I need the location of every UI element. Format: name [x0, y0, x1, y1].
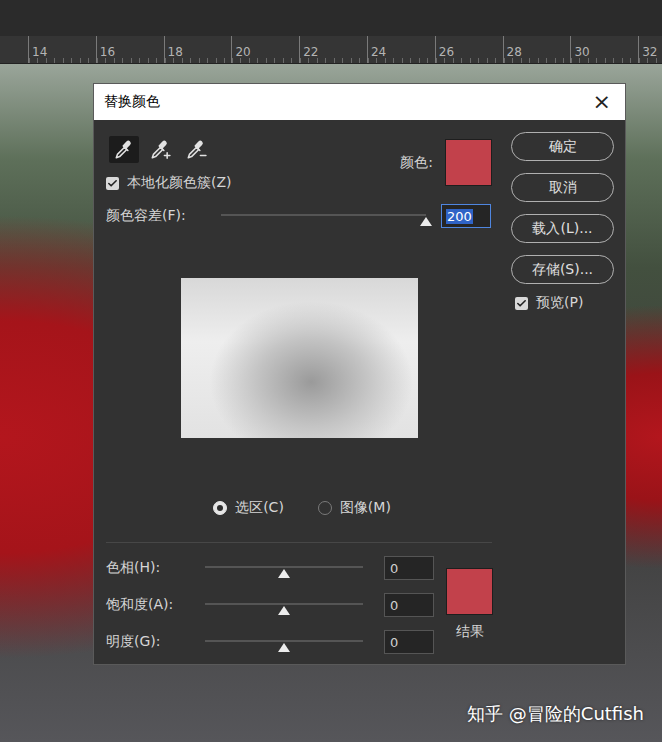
adjustment-slider[interactable]: [205, 631, 363, 653]
eyedropper-tools: [106, 136, 232, 163]
watermark: 知乎 @冒险的Cutfish: [467, 702, 644, 726]
adjustment-input[interactable]: 0: [384, 556, 434, 580]
dialog-button[interactable]: 存储(S)...: [511, 255, 614, 284]
view-radio[interactable]: 选区(C): [213, 498, 284, 518]
selection-top: 本地化颜色簇(Z) 颜色:: [106, 136, 492, 204]
eyedropper-sample-icon: [113, 139, 135, 161]
close-button[interactable]: ×: [589, 91, 615, 113]
ruler-tick: 16: [96, 36, 164, 63]
view-radio[interactable]: 图像(M): [318, 498, 391, 518]
photoshop-workspace: 14161820222426283032 替换颜色 × 本地化颜色簇(Z) 颜色: 颜色容…: [0, 0, 662, 742]
dialog-button[interactable]: 确定: [511, 132, 614, 161]
divider: [106, 542, 492, 543]
slider-track: [221, 214, 426, 216]
radio-label: 图像(M): [340, 499, 391, 517]
adjustment-label: 色相(H):: [106, 559, 205, 577]
color-swatch[interactable]: [445, 139, 492, 186]
adjustment-row: 明度(G): 0: [106, 628, 434, 656]
eyedropper-button[interactable]: [109, 136, 139, 163]
slider-track: [205, 640, 363, 642]
tools-block: 本地化颜色簇(Z): [106, 136, 232, 204]
slider-track: [205, 603, 363, 605]
slider-thumb[interactable]: [278, 606, 290, 615]
slider-track: [205, 566, 363, 568]
input-value: 0: [389, 561, 399, 576]
dialog-button[interactable]: 载入(L)...: [511, 214, 614, 243]
input-value: 200: [446, 209, 473, 224]
checkbox[interactable]: [515, 297, 528, 310]
slider-thumb[interactable]: [420, 217, 432, 226]
adjustment-input[interactable]: 0: [384, 630, 434, 654]
dialog-title: 替换颜色: [104, 93, 160, 111]
eyedropper-button[interactable]: [181, 136, 211, 163]
ruler-tick: 22: [299, 36, 367, 63]
radio-button[interactable]: [213, 501, 227, 515]
options-bar: [0, 0, 662, 36]
ruler-tick: 26: [435, 36, 503, 63]
checkbox-label: 本地化颜色簇(Z): [127, 174, 232, 192]
radio-label: 选区(C): [235, 499, 284, 517]
dialog-button[interactable]: 取消: [511, 173, 614, 202]
adjustment-label: 明度(G):: [106, 633, 205, 651]
input-value: 0: [389, 598, 399, 613]
adjustment-label: 饱和度(A):: [106, 596, 205, 614]
input-value: 0: [389, 635, 399, 650]
title-bar: 替换颜色 ×: [94, 84, 625, 120]
fuzziness-slider[interactable]: [221, 205, 426, 227]
replace-color-dialog: 替换颜色 × 本地化颜色簇(Z) 颜色: 颜色容差(F): 200 选区(C) 图像(M) 色相…: [93, 83, 626, 665]
adjustment-row: 色相(H): 0: [106, 554, 434, 582]
eyedropper-add-icon: [149, 139, 171, 161]
ruler-tick: 18: [164, 36, 232, 63]
check-icon: [107, 178, 118, 189]
ruler-tick: 20: [231, 36, 299, 63]
adjustment-slider[interactable]: [205, 557, 363, 579]
slider-thumb[interactable]: [278, 569, 290, 578]
color-label: 颜色:: [400, 154, 433, 172]
ruler-tick: 24: [367, 36, 435, 63]
eyedropper-button[interactable]: [145, 136, 175, 163]
view-options: 选区(C) 图像(M): [106, 498, 492, 518]
eyedropper-subtract-icon: [185, 139, 207, 161]
adjustment-row: 饱和度(A): 0: [106, 591, 434, 619]
adjustment-input[interactable]: 0: [384, 593, 434, 617]
slider-thumb[interactable]: [278, 643, 290, 652]
canvas-photo: 替换颜色 × 本地化颜色簇(Z) 颜色: 颜色容差(F): 200 选区(C) 图像(M) 色相…: [0, 64, 662, 742]
fuzziness-label: 颜色容差(F):: [106, 207, 221, 225]
color-block: 颜色:: [400, 136, 492, 186]
adjustment-slider[interactable]: [205, 594, 363, 616]
fuzziness-input[interactable]: 200: [441, 204, 491, 228]
dialog-body: 本地化颜色簇(Z) 颜色: 颜色容差(F): 200 选区(C) 图像(M) 色相(H): 0…: [94, 120, 625, 664]
radio-button[interactable]: [318, 501, 332, 515]
result-block: 结果: [446, 568, 493, 656]
fuzziness-row: 颜色容差(F): 200: [106, 204, 492, 228]
ruler-tick: 14: [28, 36, 96, 63]
localized-clusters-checkbox[interactable]: 本地化颜色簇(Z): [106, 173, 232, 193]
preview-checkbox[interactable]: 预览(P): [511, 293, 614, 313]
result-swatch[interactable]: [446, 568, 493, 615]
ruler-tick: 30: [570, 36, 638, 63]
result-label: 结果: [456, 623, 484, 641]
checkbox[interactable]: [106, 177, 119, 190]
checkbox-label: 预览(P): [536, 294, 583, 312]
button-column: 确定取消载入(L)... 存储(S)... 预览(P): [511, 132, 614, 664]
replacement-section: 色相(H): 0 饱和度(A): 0 明度(G): 0 结果: [106, 554, 492, 656]
ruler-tick: 28: [503, 36, 571, 63]
left-column: 本地化颜色簇(Z) 颜色: 颜色容差(F): 200 选区(C) 图像(M) 色相(H): 0…: [106, 136, 492, 664]
check-icon: [516, 298, 527, 309]
ruler: 14161820222426283032: [0, 36, 662, 64]
ruler-tick: 32: [638, 36, 662, 63]
adjustment-rows: 色相(H): 0 饱和度(A): 0 明度(G): 0: [106, 554, 434, 656]
selection-preview: [181, 278, 418, 438]
